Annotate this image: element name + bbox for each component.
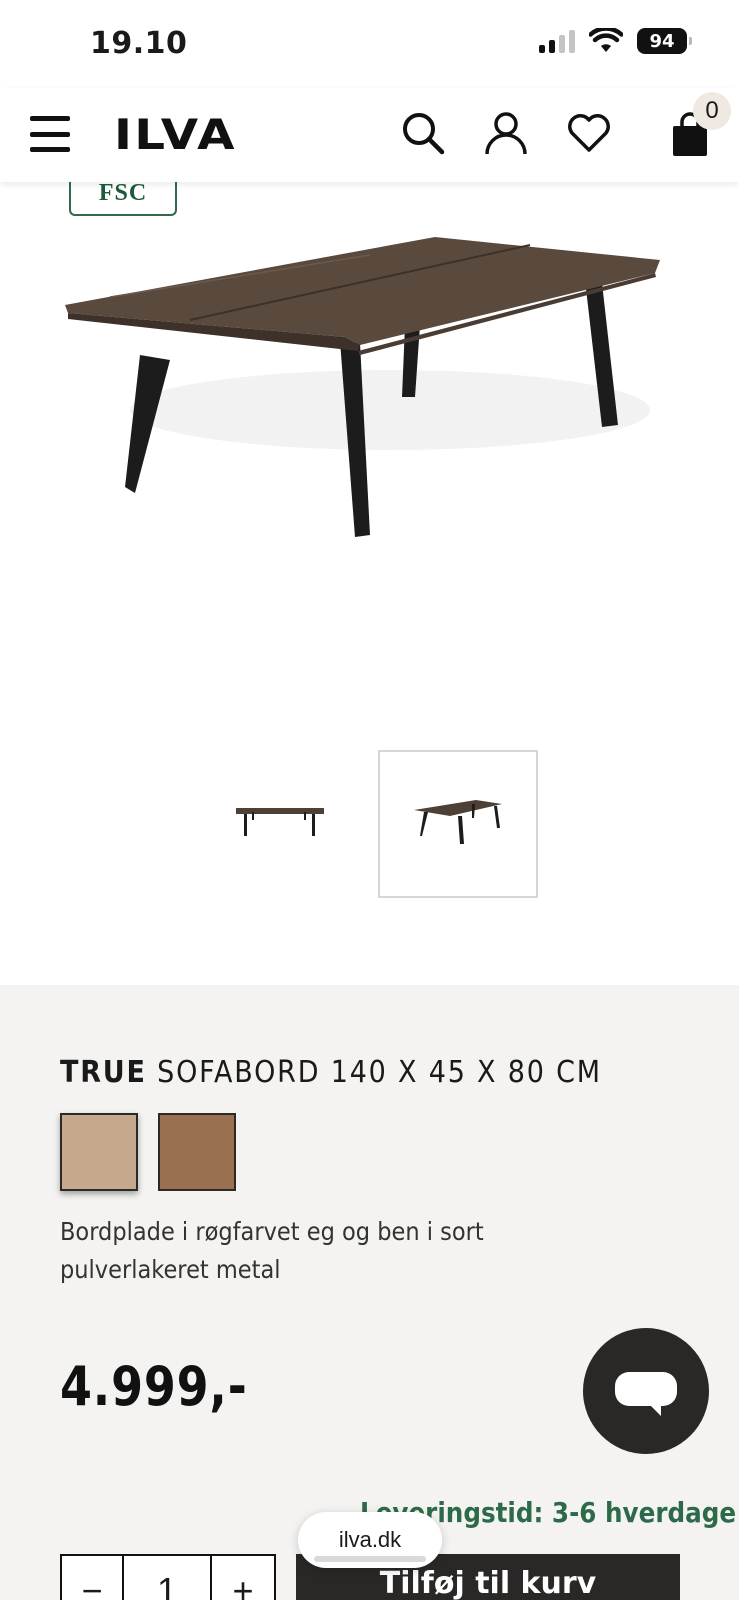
thumbnail-front[interactable]: [200, 750, 360, 898]
search-icon[interactable]: [400, 110, 446, 156]
color-swatch-light[interactable]: [60, 1113, 138, 1191]
account-icon[interactable]: [483, 110, 529, 156]
status-time: 19.10: [90, 26, 188, 61]
fsc-badge: FSC: [69, 176, 177, 216]
site-header: ILVA 0: [0, 88, 739, 182]
color-swatch-brown[interactable]: [158, 1113, 236, 1191]
cart-count-badge: 0: [693, 92, 731, 130]
product-brand: TRUE: [60, 1055, 147, 1090]
qty-value[interactable]: 1: [124, 1556, 212, 1600]
product-description: Bordplade i røgfarvet eg og ben i sort p…: [60, 1217, 484, 1284]
product-price: 4.999,-: [60, 1355, 248, 1418]
browser-url-pill[interactable]: ilva.dk: [298, 1512, 442, 1568]
chat-button[interactable]: [583, 1328, 709, 1454]
ilva-logo[interactable]: ILVA: [114, 110, 237, 159]
thumbnail-angled[interactable]: [378, 750, 538, 898]
product-main-image[interactable]: [50, 225, 690, 565]
wifi-icon: [589, 28, 623, 52]
battery-icon: 94: [637, 28, 692, 54]
cellular-signal-icon: [539, 29, 575, 53]
heart-icon[interactable]: [566, 110, 612, 156]
cart-button[interactable]: 0: [662, 88, 739, 182]
thumbnail-strip: [0, 750, 739, 900]
menu-icon[interactable]: [30, 116, 70, 152]
quantity-stepper: − 1 +: [60, 1554, 276, 1600]
status-indicators: 94: [539, 28, 692, 54]
status-bar: 19.10 94: [0, 0, 739, 88]
product-name: SOFABORD 140 X 45 X 80 CM: [157, 1055, 602, 1090]
qty-minus-button[interactable]: −: [62, 1556, 124, 1600]
qty-plus-button[interactable]: +: [212, 1556, 274, 1600]
product-title: TRUE SOFABORD 140 X 45 X 80 CM: [60, 1055, 602, 1090]
chat-icon: [615, 1372, 677, 1406]
